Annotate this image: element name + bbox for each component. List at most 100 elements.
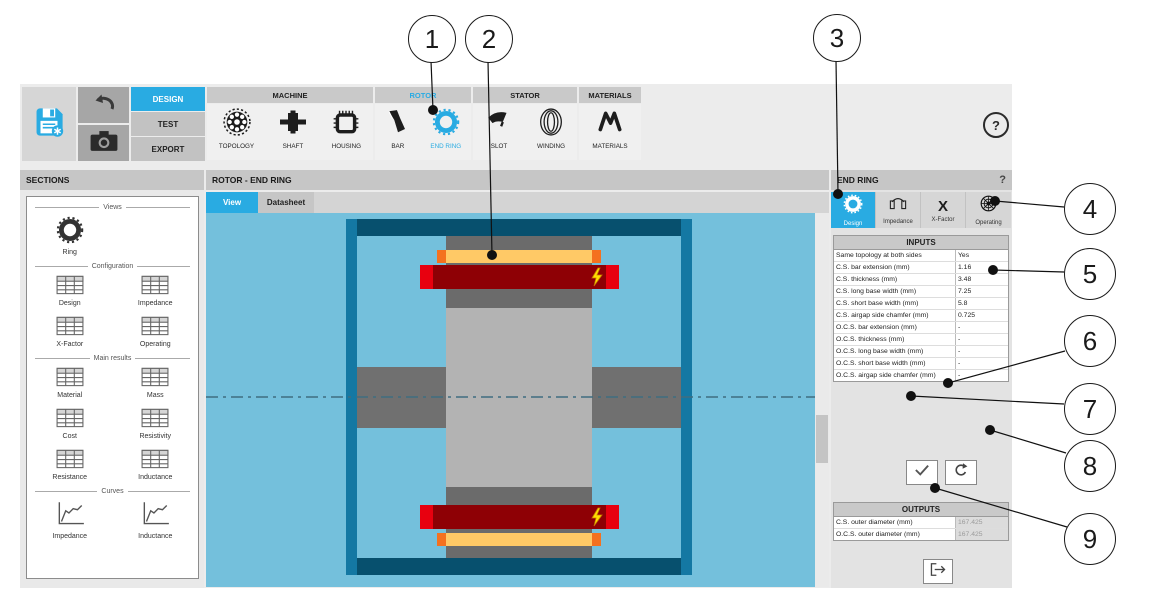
sections-group-curves: Curves <box>35 488 190 495</box>
end-ring-panel-header: END RING ? <box>831 170 1012 190</box>
inputs-header: INPUTS <box>834 236 1008 250</box>
shaft-icon <box>278 108 308 141</box>
undo-icon <box>91 91 117 120</box>
bar-cap-icon <box>437 533 446 546</box>
sidebar-item-inductance-curve[interactable]: Inductance <box>138 500 172 540</box>
scrollbar-thumb[interactable] <box>816 415 828 463</box>
housing-label: HOUSING <box>332 143 361 150</box>
panel-tab-impedance[interactable]: Impedance <box>876 192 921 228</box>
design-mode-button[interactable]: DESIGN <box>131 87 205 111</box>
panel-tab-x-factor[interactable]: X X-Factor <box>921 192 966 228</box>
sidebar-item-operating[interactable]: Operating <box>140 316 171 348</box>
outputs-table: OUTPUTS C.S. outer diameter (mm)167.425 … <box>833 502 1009 541</box>
camera-icon <box>90 130 118 157</box>
toolbar-item-bar[interactable]: BAR <box>385 104 411 150</box>
sidebar-item-material[interactable]: Material <box>56 367 84 399</box>
sidebar-item-resistivity[interactable]: Resistivity <box>139 408 171 440</box>
sidebar-item-impedance[interactable]: Impedance <box>138 275 173 307</box>
sidebar-item-label: Cost <box>63 433 77 440</box>
panel-tab-design[interactable]: Design <box>831 192 876 228</box>
curve-icon <box>54 500 86 530</box>
toolbar-item-end-ring[interactable]: END RING <box>430 104 461 150</box>
sidebar-item-design[interactable]: Design <box>56 275 84 307</box>
sidebar-item-ring[interactable]: Ring <box>56 216 84 256</box>
toolbar-item-housing[interactable]: HOUSING <box>332 104 361 150</box>
materials-icon <box>596 108 624 141</box>
table-row[interactable]: C.S. short base width (mm)5.8 <box>834 298 1008 310</box>
sidebar-item-label: Resistivity <box>139 433 171 440</box>
sidebar-item-label: Material <box>57 392 82 399</box>
panel-help-icon[interactable]: ? <box>999 174 1006 186</box>
topology-icon <box>223 108 251 141</box>
sidebar-item-mass[interactable]: Mass <box>141 367 169 399</box>
undo-button[interactable] <box>78 87 129 123</box>
sidebar-item-x-factor[interactable]: X-Factor <box>56 316 84 348</box>
end-ring-icon <box>432 108 460 141</box>
shaft-label: SHAFT <box>283 143 304 150</box>
help-button[interactable]: ? <box>983 112 1009 138</box>
slot-label: SLOT <box>491 143 507 150</box>
panel-tab-operating[interactable]: Operating <box>966 192 1011 228</box>
winding-icon <box>537 108 565 141</box>
table-icon <box>141 408 169 430</box>
sidebar-item-impedance-curve[interactable]: Impedance <box>52 500 87 540</box>
app-window: DESIGN TEST EXPORT MACHINE <box>20 84 1012 588</box>
table-row[interactable]: C.S. bar extension (mm)1.16 <box>834 262 1008 274</box>
save-button[interactable] <box>22 87 76 161</box>
tab-view-label: View <box>223 198 241 207</box>
table-row[interactable]: C.S. airgap side chamfer (mm)0.725 <box>834 310 1008 322</box>
operating-icon <box>979 194 998 218</box>
sidebar-item-resistance[interactable]: Resistance <box>52 449 87 481</box>
end-ring-bottom-shape <box>420 505 619 529</box>
panel-tab-label: Operating <box>975 220 1001 226</box>
panel-title: END RING <box>837 175 879 185</box>
slot-icon <box>485 108 513 141</box>
table-icon <box>56 449 84 471</box>
canvas-scrollbar[interactable] <box>815 213 829 587</box>
sidebar-item-label: Inductance <box>138 474 172 481</box>
table-row[interactable]: O.C.S. airgap side chamfer (mm)- <box>834 370 1008 381</box>
sections-panel: Views Ring Configuration Design Impedanc… <box>26 196 199 579</box>
export-mode-button[interactable]: EXPORT <box>131 137 205 161</box>
tab-datasheet[interactable]: Datasheet <box>258 192 314 213</box>
table-row[interactable]: O.C.S. long base width (mm)- <box>834 346 1008 358</box>
camera-button[interactable] <box>78 125 129 161</box>
sidebar-item-cost[interactable]: Cost <box>56 408 84 440</box>
table-row[interactable]: C.S. thickness (mm)3.48 <box>834 274 1008 286</box>
sections-group-views: Views <box>35 204 190 211</box>
table-icon <box>56 275 84 297</box>
table-row[interactable]: O.C.S. thickness (mm)- <box>834 334 1008 346</box>
table-row: C.S. outer diameter (mm)167.425 <box>834 517 1008 529</box>
toolbar-item-materials[interactable]: MATERIALS <box>592 104 627 150</box>
axis-centerline <box>206 396 829 398</box>
table-row[interactable]: O.C.S. bar extension (mm)- <box>834 322 1008 334</box>
sidebar-item-label: Impedance <box>52 533 87 540</box>
table-row[interactable]: O.C.S. short base width (mm)- <box>834 358 1008 370</box>
sidebar-item-label: Impedance <box>138 300 173 307</box>
bar-icon <box>385 108 411 141</box>
tab-view[interactable]: View <box>206 192 258 213</box>
table-icon <box>141 275 169 297</box>
toolbar-group-materials: MATERIALS MATERIALS <box>579 87 641 161</box>
table-row[interactable]: Same topology at both sidesYes <box>834 250 1008 262</box>
bar-cap-icon <box>592 533 601 546</box>
toolbar-item-shaft[interactable]: SHAFT <box>278 104 308 150</box>
apply-button[interactable] <box>906 460 938 485</box>
callout-3: 3 <box>813 14 861 62</box>
sidebar-item-inductance[interactable]: Inductance <box>138 449 172 481</box>
callout-8: 8 <box>1064 440 1116 492</box>
end-ring-cap-icon <box>420 505 433 529</box>
toolbar-item-topology[interactable]: TOPOLOGY <box>219 104 254 150</box>
toolbar-item-winding[interactable]: WINDING <box>537 104 565 150</box>
design-mode-label: DESIGN <box>153 95 184 104</box>
sidebar-item-label: Mass <box>147 392 164 399</box>
lightning-bolt-icon <box>589 507 605 532</box>
test-mode-button[interactable]: TEST <box>131 112 205 136</box>
rotor-end-ring-view[interactable] <box>206 213 829 587</box>
table-row[interactable]: C.S. long base width (mm)7.25 <box>834 286 1008 298</box>
reset-button[interactable] <box>945 460 977 485</box>
toolbar-group-rotor-header: ROTOR <box>375 87 471 103</box>
export-results-button[interactable] <box>923 559 953 584</box>
toolbar-item-slot[interactable]: SLOT <box>485 104 513 150</box>
ring-icon <box>843 194 863 219</box>
